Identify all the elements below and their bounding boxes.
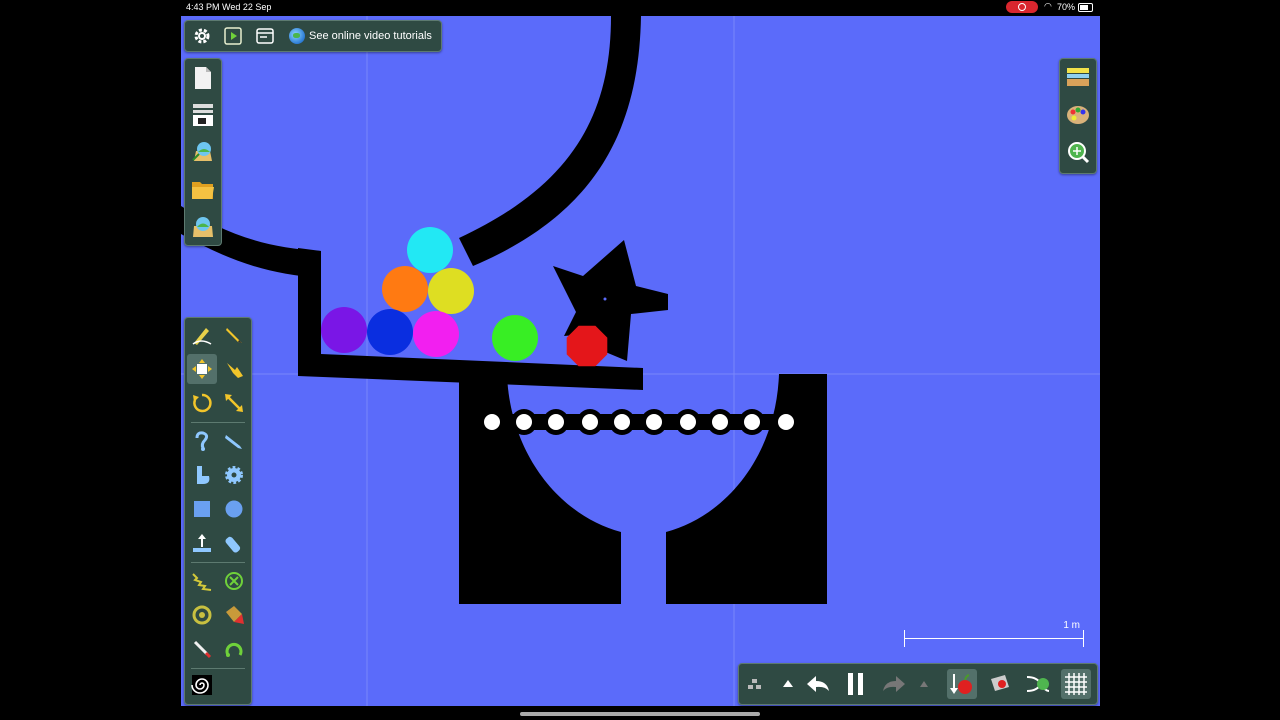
zoom-icon[interactable]	[1063, 137, 1093, 167]
move-tool-icon[interactable]	[187, 354, 217, 384]
laser-tool-icon[interactable]	[219, 528, 249, 558]
top-toolbar: See online video tutorials	[184, 20, 442, 52]
grid-dots-icon[interactable]	[740, 669, 770, 699]
ball-red[interactable]	[566, 325, 608, 367]
ball-green[interactable]	[492, 315, 538, 361]
air-friction-icon[interactable]	[985, 669, 1015, 699]
scale-indicator: 1 m	[904, 620, 1084, 650]
rope-tool-icon[interactable]	[187, 426, 217, 456]
drag-tool-icon[interactable]	[219, 354, 249, 384]
file-toolbar	[184, 58, 222, 246]
gear-tool-icon[interactable]	[219, 460, 249, 490]
battery-percentage: 70%	[1057, 2, 1076, 12]
layers-icon[interactable]	[1063, 62, 1093, 92]
scale-label: 1 m	[1063, 620, 1080, 631]
bowl-rim-left[interactable]	[459, 376, 507, 416]
ball-yellow[interactable]	[428, 268, 474, 314]
fixate-tool-icon[interactable]	[187, 528, 217, 558]
controller-icon[interactable]	[1023, 669, 1053, 699]
rotate-tool-icon[interactable]	[187, 388, 217, 418]
ball-magenta[interactable]	[413, 311, 459, 357]
import-scene-icon[interactable]	[188, 137, 218, 167]
video-tutorials-link[interactable]: See online video tutorials	[289, 25, 432, 47]
ball-blue[interactable]	[367, 309, 413, 355]
pen-tool-icon[interactable]	[187, 634, 217, 664]
gravity-icon[interactable]	[947, 669, 977, 699]
rotor-axle	[603, 297, 607, 301]
simulation-controls	[738, 663, 1098, 705]
scene-svg	[181, 16, 1100, 706]
scale-tool-icon[interactable]	[219, 388, 249, 418]
curved-ramp[interactable]	[459, 16, 641, 266]
ball-purple[interactable]	[321, 307, 367, 353]
bowl-base-right[interactable]	[666, 374, 827, 604]
list-icon[interactable]	[188, 100, 218, 130]
undo-icon[interactable]	[803, 669, 833, 699]
tool-palette	[184, 317, 252, 705]
ball-orange[interactable]	[382, 266, 428, 312]
arrow-up-small-icon[interactable]	[909, 669, 939, 699]
home-indicator	[520, 712, 760, 716]
new-file-icon[interactable]	[188, 63, 218, 93]
status-bar: 4:43 PM Wed 22 Sep ◠ 70%	[0, 0, 1280, 14]
hinge-tool-icon[interactable]	[219, 634, 249, 664]
vortex-tool-icon[interactable]	[187, 670, 217, 700]
palette-icon[interactable]	[1063, 100, 1093, 130]
pause-icon[interactable]	[841, 669, 871, 699]
thruster-tool-icon[interactable]	[187, 600, 217, 630]
open-folder-icon[interactable]	[188, 175, 218, 205]
battery-icon	[1078, 3, 1093, 12]
box-tool-icon[interactable]	[187, 494, 217, 524]
brush-tool-icon[interactable]	[187, 460, 217, 490]
globe-icon	[289, 28, 305, 44]
ball-cyan[interactable]	[407, 227, 453, 273]
window-icon[interactable]	[250, 21, 280, 51]
wifi-icon: ◠	[1044, 1, 1052, 11]
chain[interactable]	[479, 409, 799, 435]
tutorials-label: See online video tutorials	[309, 30, 432, 42]
redo-icon[interactable]	[879, 669, 909, 699]
pencil-tool-icon[interactable]	[219, 320, 249, 350]
circle-tool-icon[interactable]	[219, 494, 249, 524]
knife-tool-icon[interactable]	[219, 426, 249, 456]
right-toolbar	[1059, 58, 1097, 174]
screen-recording-indicator	[1006, 1, 1038, 13]
grid-icon[interactable]	[1061, 669, 1091, 699]
sketch-tool-icon[interactable]	[187, 320, 217, 350]
tracer-tool-icon[interactable]	[219, 600, 249, 630]
axle-tool-icon[interactable]	[219, 566, 249, 596]
arrow-up-icon[interactable]	[773, 669, 803, 699]
spring-tool-icon[interactable]	[187, 566, 217, 596]
status-time: 4:43 PM Wed 22 Sep	[186, 2, 272, 12]
gear-icon[interactable]	[187, 21, 217, 51]
simulation-canvas[interactable]	[181, 16, 1100, 706]
play-icon[interactable]	[218, 21, 248, 51]
save-scene-icon[interactable]	[188, 212, 218, 242]
